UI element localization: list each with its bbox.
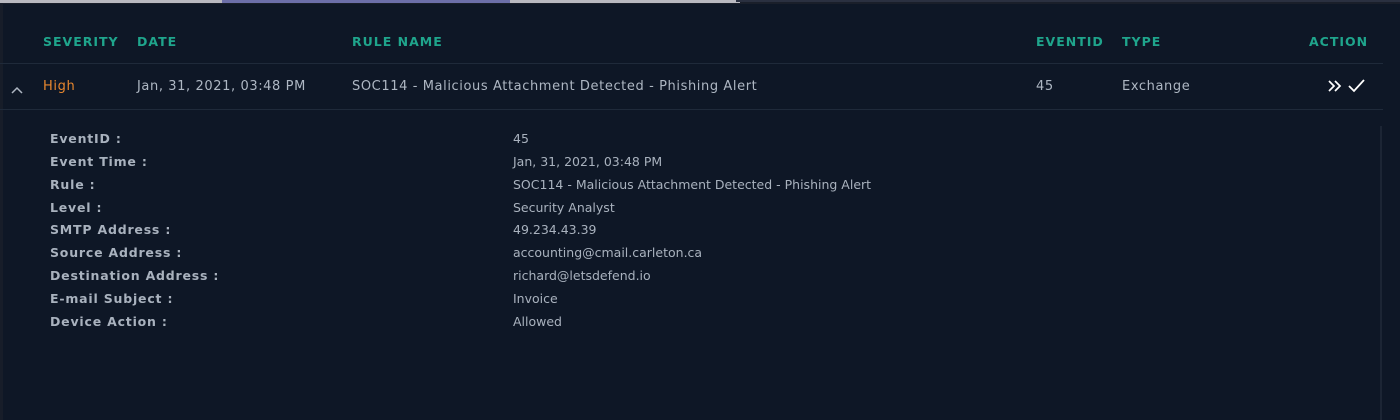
detail-label: Level : (50, 200, 103, 215)
detail-label: Event Time : (50, 154, 148, 169)
alert-date: Jan, 31, 2021, 03:48 PM (137, 79, 306, 94)
detail-row: Level : Security Analyst (0, 200, 1383, 220)
alert-details-panel: EventID : 45 Event Time : Jan, 31, 2021,… (0, 110, 1383, 420)
column-header-rule-name[interactable]: RULE NAME (352, 34, 443, 49)
alert-type: Exchange (1122, 79, 1191, 94)
detail-value: Jan, 31, 2021, 03:48 PM (513, 154, 663, 169)
detail-row: SMTP Address : 49.234.43.39 (0, 222, 1383, 242)
detail-row: Source Address : accounting@cmail.carlet… (0, 245, 1383, 265)
detail-value: richard@letsdefend.io (513, 268, 651, 283)
detail-row: Event Time : Jan, 31, 2021, 03:48 PM (0, 154, 1383, 174)
detail-value: Allowed (513, 314, 562, 329)
detail-label: SMTP Address : (50, 222, 172, 237)
detail-value: SOC114 - Malicious Attachment Detected -… (513, 177, 872, 192)
column-header-type[interactable]: TYPE (1122, 34, 1161, 49)
active-tab-indicator (222, 0, 510, 3)
detail-value: 45 (513, 131, 529, 146)
table-row[interactable]: High Jan, 31, 2021, 03:48 PM SOC114 - Ma… (0, 64, 1383, 110)
alerts-panel: SEVERITY DATE RULE NAME EVENTID TYPE ACT… (0, 0, 1400, 420)
detail-row: E-mail Subject : Invoice (0, 291, 1383, 311)
detail-row: Destination Address : richard@letsdefend… (0, 268, 1383, 288)
column-header-action: ACTION (1309, 34, 1369, 49)
detail-label: EventID : (50, 131, 122, 146)
column-header-date[interactable]: DATE (137, 34, 177, 49)
detail-row: Rule : SOC114 - Malicious Attachment Det… (0, 177, 1383, 197)
scrollbar[interactable] (1380, 126, 1382, 420)
checkmark-icon[interactable] (1346, 75, 1368, 97)
alert-eventid: 45 (1036, 79, 1054, 94)
detail-label: Device Action : (50, 314, 168, 329)
detail-label: Destination Address : (50, 268, 220, 283)
browser-tab-strip (0, 0, 1400, 4)
detail-value: Invoice (513, 291, 558, 306)
alert-rule-name: SOC114 - Malicious Attachment Detected -… (352, 79, 758, 94)
chevron-up-icon[interactable] (10, 80, 24, 94)
double-chevron-right-icon[interactable] (1326, 75, 1344, 97)
detail-value: accounting@cmail.carleton.ca (513, 245, 703, 260)
alert-severity: High (43, 79, 76, 94)
column-header-severity[interactable]: SEVERITY (43, 34, 119, 49)
alert-actions (1326, 75, 1370, 97)
detail-row: EventID : 45 (0, 131, 1383, 151)
detail-label: E-mail Subject : (50, 291, 174, 306)
table-header: SEVERITY DATE RULE NAME EVENTID TYPE ACT… (0, 18, 1383, 64)
detail-row: Device Action : Allowed (0, 314, 1383, 334)
column-header-eventid[interactable]: EVENTID (1036, 34, 1104, 49)
detail-value: Security Analyst (513, 200, 615, 215)
tab-strip-divider (736, 0, 1400, 2)
detail-value: 49.234.43.39 (513, 222, 597, 237)
detail-label: Source Address : (50, 245, 183, 260)
detail-label: Rule : (50, 177, 96, 192)
